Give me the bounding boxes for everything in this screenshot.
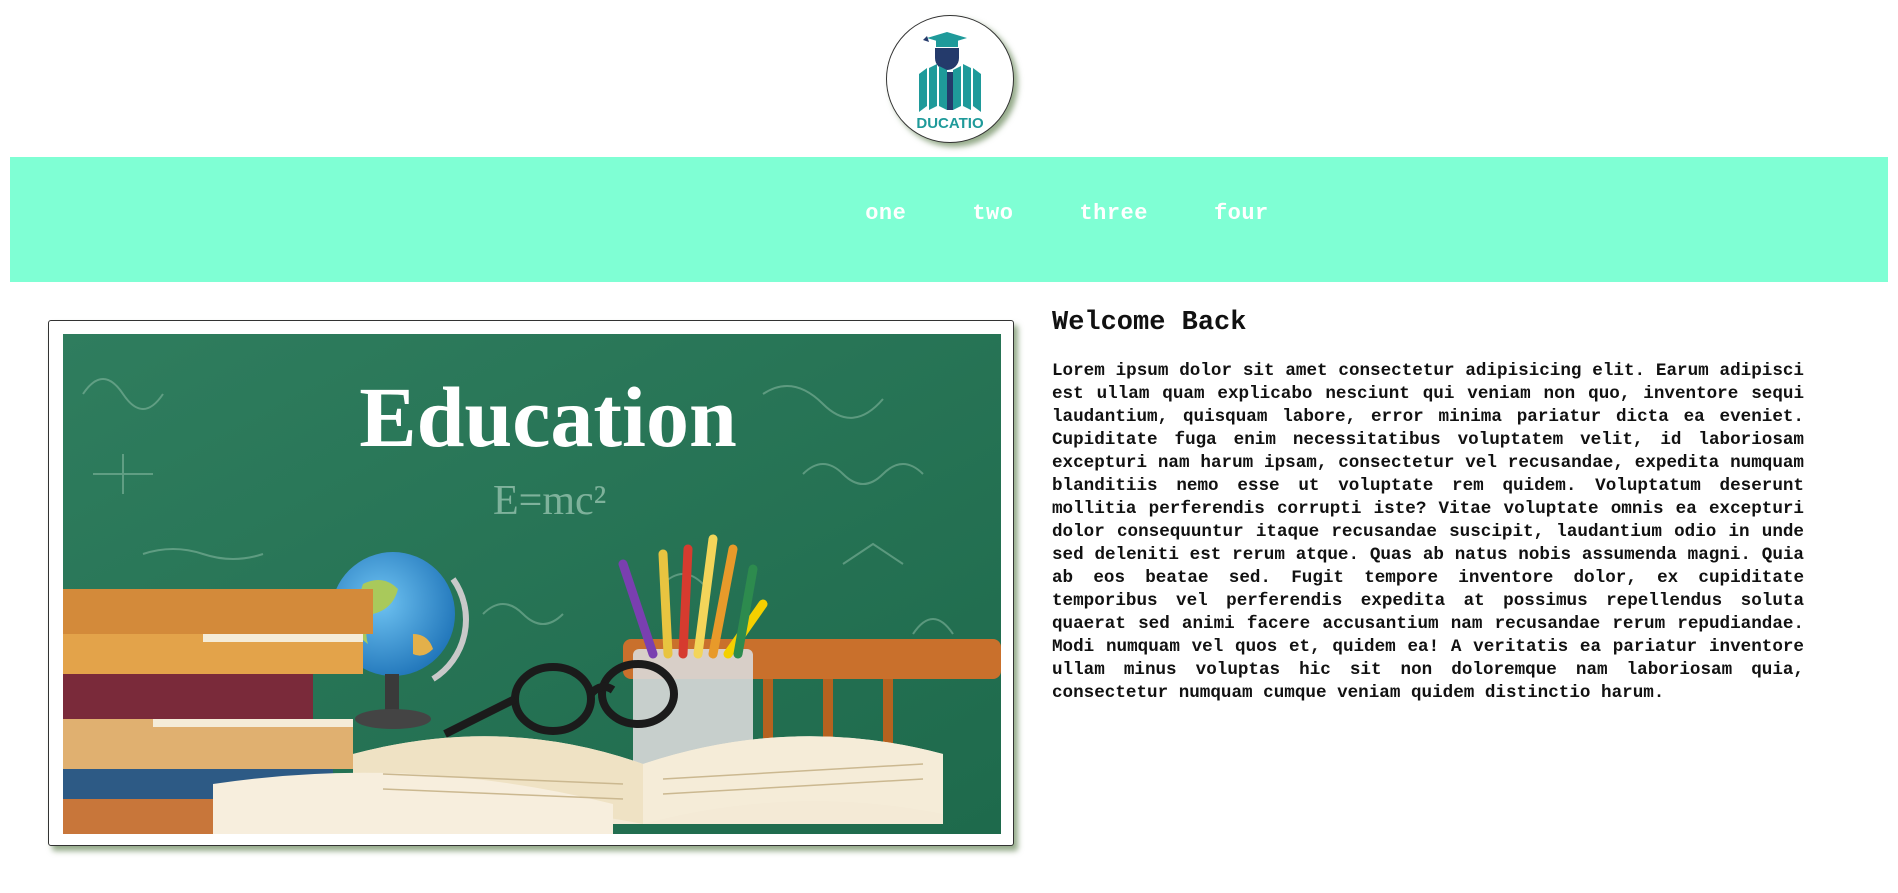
welcome-heading: Welcome Back xyxy=(1052,308,1247,338)
welcome-paragraph: Lorem ipsum dolor sit amet consectetur a… xyxy=(1052,361,1804,703)
welcome-section: Welcome Back Lorem ipsum dolor sit amet … xyxy=(1052,308,1804,705)
nav-bar: one two three four xyxy=(10,157,1888,282)
hero-image-card: E=mc² Education xyxy=(48,320,1014,846)
logo-text: DUCATIO xyxy=(916,115,984,132)
image-title: Education xyxy=(359,369,737,465)
graduation-book-icon: DUCATIO xyxy=(916,32,984,132)
site-logo[interactable]: DUCATIO xyxy=(886,15,1014,143)
chalk-formula: E=mc² xyxy=(493,478,606,524)
education-image: E=mc² Education xyxy=(63,334,1001,834)
nav-item-one[interactable]: one xyxy=(832,201,939,226)
nav-item-four[interactable]: four xyxy=(1181,201,1302,226)
nav-item-three[interactable]: three xyxy=(1046,201,1181,226)
nav-list: one two three four xyxy=(10,201,1888,226)
nav-item-two[interactable]: two xyxy=(939,201,1046,226)
